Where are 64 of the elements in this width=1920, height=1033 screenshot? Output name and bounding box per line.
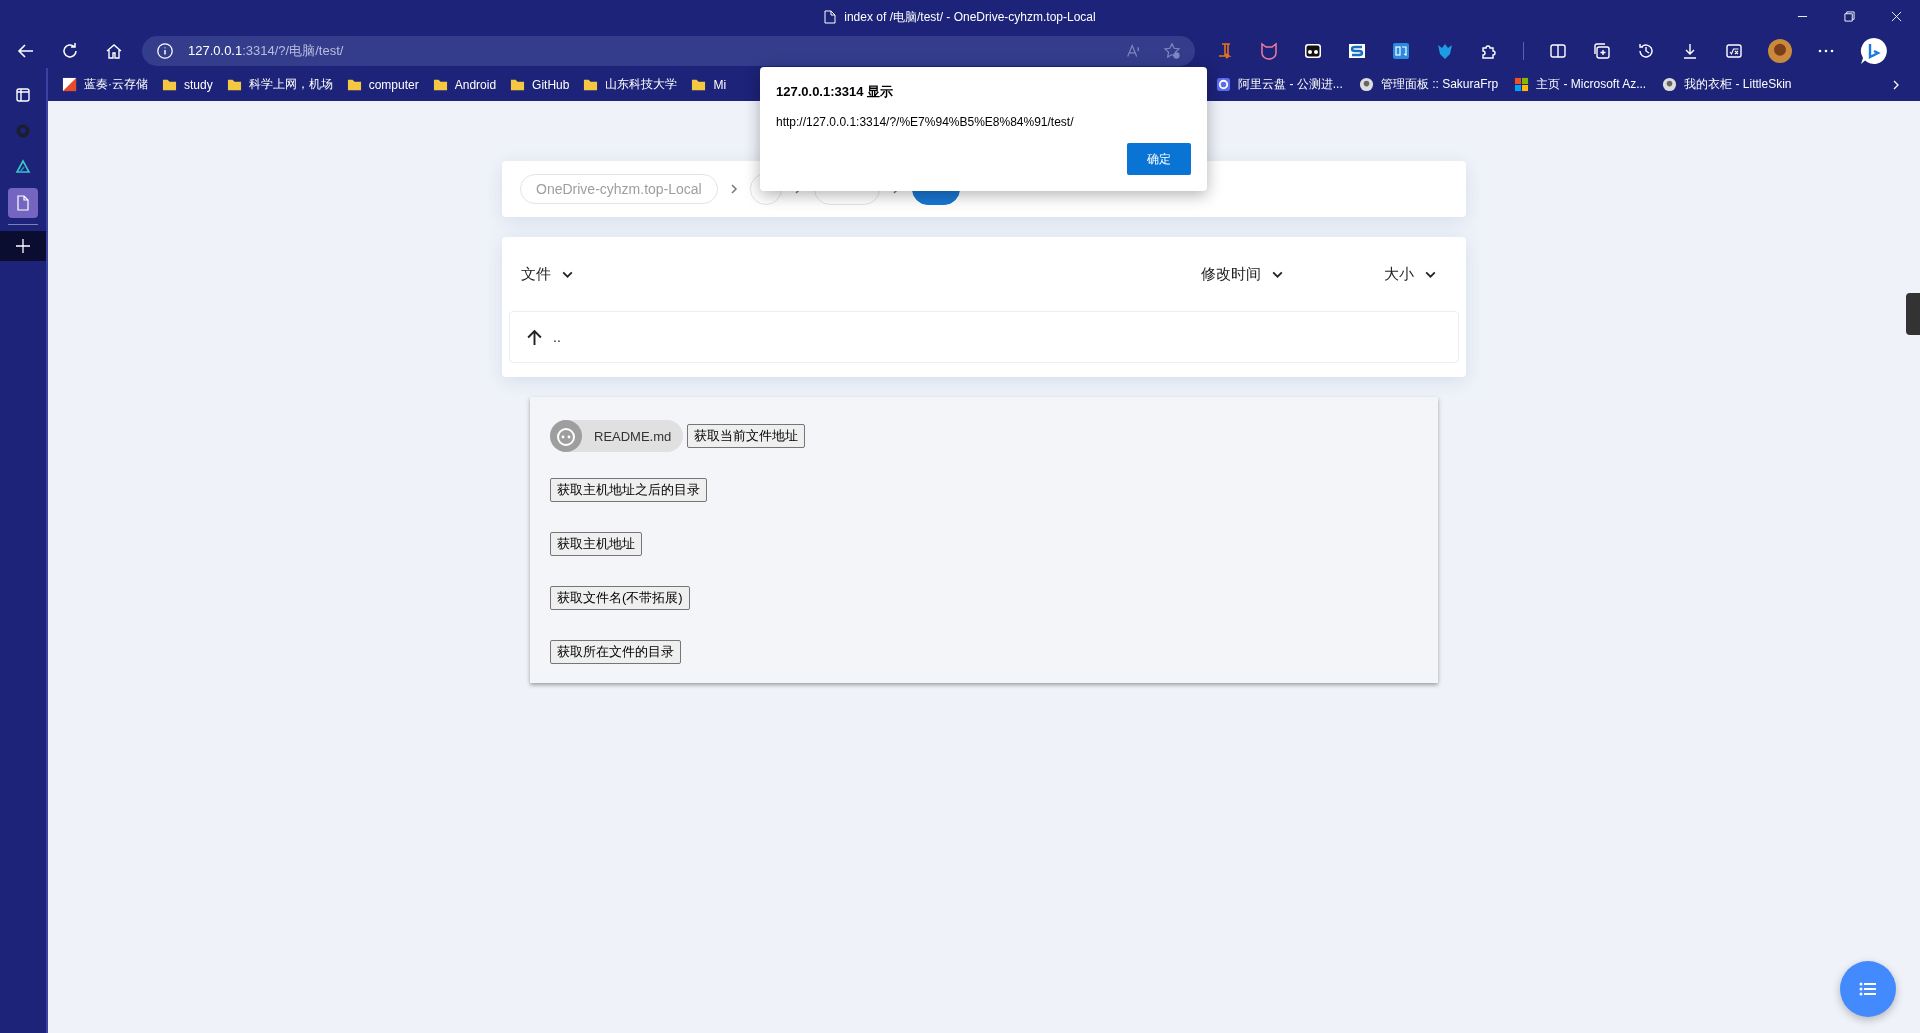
triangle-icon	[15, 159, 31, 175]
collections-icon[interactable]	[1592, 41, 1612, 61]
bookmark[interactable]: GitHub	[510, 76, 570, 93]
bookmark[interactable]: Mi	[691, 76, 727, 93]
ring-logo-icon	[1216, 77, 1232, 92]
url-text: 127.0.0.1:3314/?/电脑/test/	[188, 42, 344, 60]
folder-icon	[226, 77, 242, 92]
action-button[interactable]: 获取主机地址	[550, 532, 642, 556]
file-chip[interactable]: README.md	[550, 420, 684, 452]
arrow-up-icon	[526, 328, 543, 346]
favorite-star-icon[interactable]	[1163, 42, 1181, 60]
bookmark[interactable]: 山东科技大学	[583, 76, 678, 93]
s-logo-icon[interactable]	[1347, 41, 1367, 61]
ok-button[interactable]: 确定	[1127, 143, 1191, 175]
action-button[interactable]: 获取主机地址之后的目录	[550, 478, 707, 502]
file-row[interactable]: ..	[509, 311, 1459, 363]
folder-icon	[432, 77, 448, 92]
folder-icon	[691, 77, 707, 92]
cat-icon[interactable]	[1259, 41, 1279, 61]
bookmark[interactable]: 阿里云盘 - 公测进...	[1216, 76, 1343, 93]
info-icon	[156, 42, 174, 60]
face-icon	[550, 420, 582, 452]
document-icon	[15, 195, 31, 211]
bookmark[interactable]: 主页 - Microsoft Az...	[1514, 76, 1647, 93]
bookmark[interactable]: 蓝奏·云存储	[62, 76, 148, 93]
folder-icon	[583, 77, 599, 92]
dialog-title: 127.0.0.1:3314 显示	[776, 83, 895, 101]
bookmark[interactable]: computer	[346, 76, 419, 93]
chat-bubble-icon[interactable]	[1860, 37, 1888, 65]
avatar-icon	[1358, 77, 1374, 92]
action-button[interactable]: 获取所在文件的目录	[550, 640, 681, 664]
avatar-icon	[1662, 77, 1678, 92]
plus-icon	[15, 238, 31, 254]
column-header[interactable]: 大小	[1384, 264, 1437, 284]
math-solver-icon[interactable]	[1724, 41, 1744, 61]
file-name: ..	[553, 329, 561, 345]
column-header[interactable]: 文件	[521, 264, 1201, 284]
page-icon	[824, 10, 837, 24]
refresh-icon[interactable]	[60, 41, 80, 61]
address-field[interactable]: 127.0.0.1:3314/?/电脑/test/	[142, 36, 1195, 66]
history-icon[interactable]	[1636, 41, 1656, 61]
profile-avatar-icon[interactable]	[1768, 39, 1792, 63]
column-header[interactable]: 修改时间	[1201, 264, 1284, 284]
home-icon[interactable]	[104, 41, 124, 61]
window-title: index of /电脑/test/ - OneDrive-cyhzm.top-Local	[844, 8, 1096, 26]
side-panel-handle[interactable]	[1906, 293, 1920, 335]
folder-icon	[510, 77, 526, 92]
action-button[interactable]: 获取当前文件地址	[687, 424, 806, 448]
bookmark[interactable]: 管理面板 :: SakuraFrp	[1358, 76, 1499, 93]
add-button[interactable]	[0, 231, 46, 261]
goggles-icon[interactable]	[1303, 41, 1323, 61]
folder-icon	[346, 77, 362, 92]
bookmark[interactable]: 我的衣柜 - LittleSkin	[1662, 76, 1792, 93]
split-screen-icon[interactable]	[1548, 41, 1568, 61]
action-button[interactable]: 获取文件名(不带拓展)	[550, 586, 690, 610]
bookmark[interactable]: 科学上网，机场	[226, 76, 333, 93]
dialog-message: http://127.0.0.1:3314/?/%E7%94%B5%E8%84%91/test/	[776, 115, 1075, 129]
bookmark[interactable]: study	[162, 76, 213, 93]
logo-icon	[62, 77, 77, 92]
panel-icon	[15, 87, 31, 103]
menu-button[interactable]	[1840, 961, 1896, 1017]
bookmark[interactable]: Android	[432, 76, 497, 93]
folder-icon	[162, 77, 177, 92]
four-squares-icon	[1514, 77, 1530, 92]
